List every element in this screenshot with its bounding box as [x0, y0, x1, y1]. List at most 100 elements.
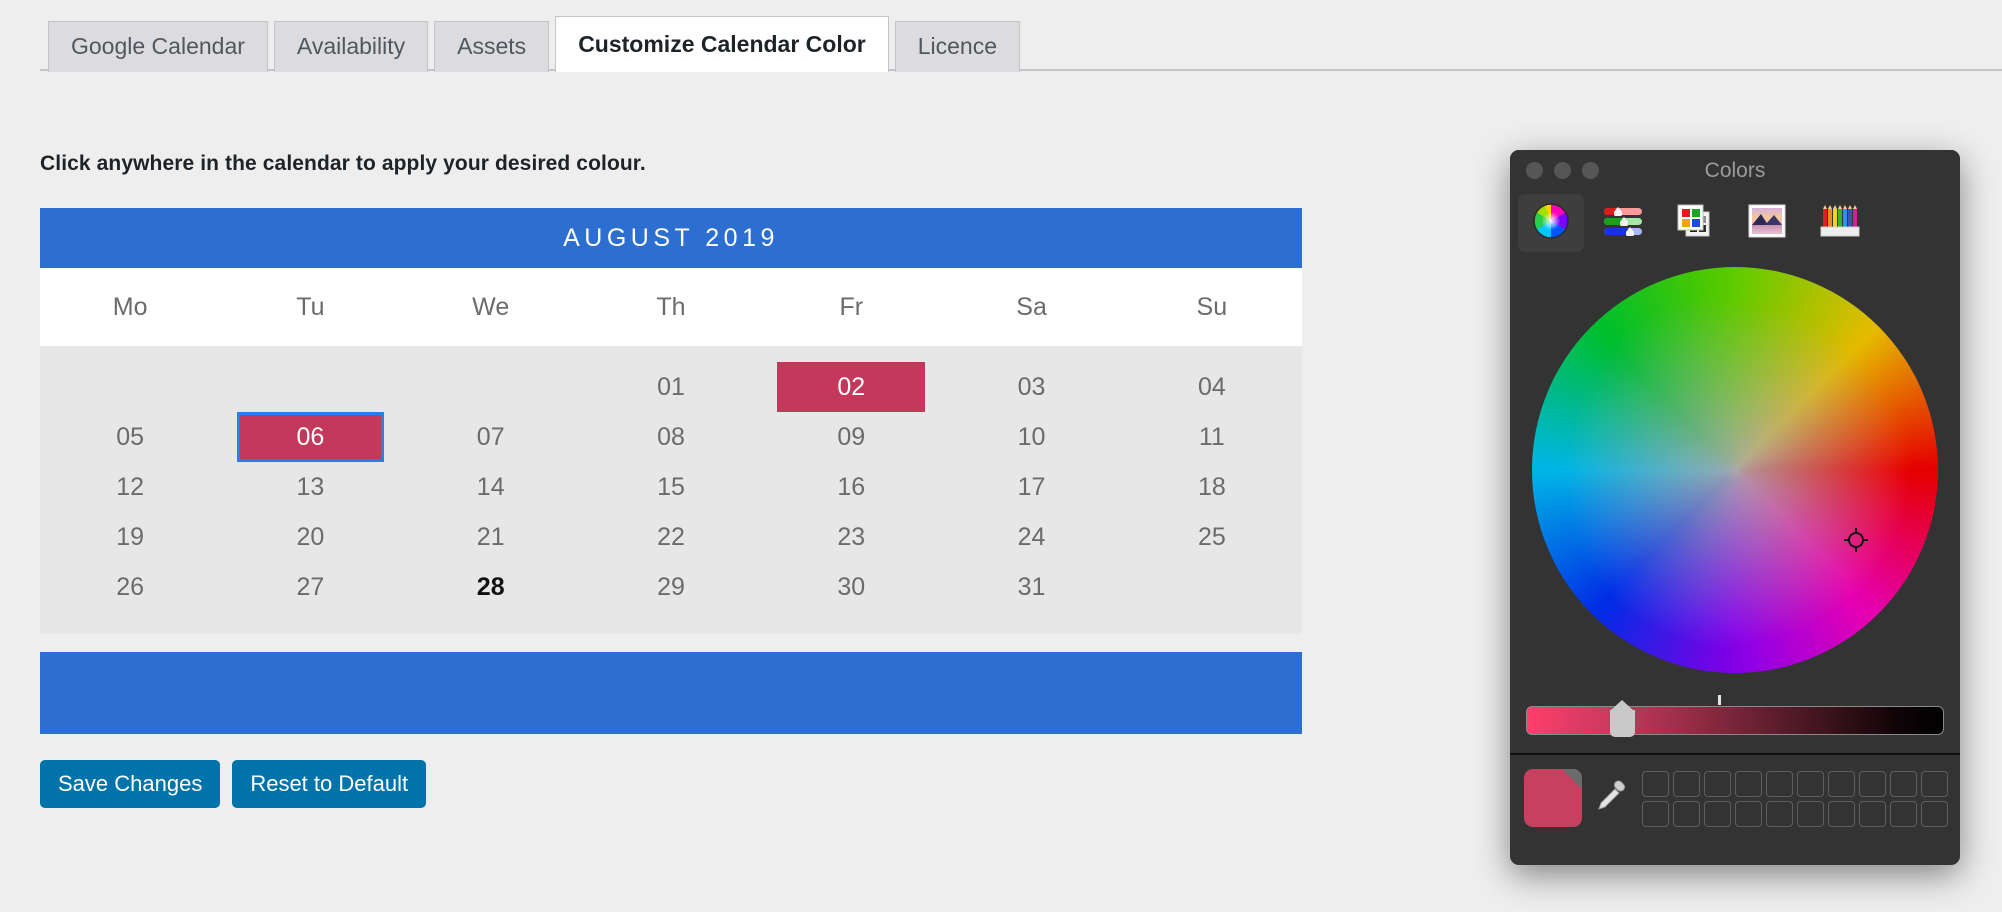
calendar-day-label: 04 — [1197, 372, 1226, 401]
weekday-label: Mo — [112, 292, 148, 321]
calendar-day-27[interactable]: 27 — [220, 562, 400, 612]
weekday-label: Sa — [1016, 292, 1047, 321]
swatch-well[interactable] — [1890, 771, 1917, 797]
color-sliders-tool[interactable] — [1590, 194, 1656, 252]
brightness-slider-area[interactable] — [1510, 687, 1960, 753]
tab-licence[interactable]: Licence — [894, 21, 1021, 72]
action-button-row: Save Changes Reset to Default — [40, 760, 427, 808]
calendar-day-30[interactable]: 30 — [761, 562, 941, 612]
calendar-day-19[interactable]: 19 — [40, 512, 220, 562]
swatch-well[interactable] — [1890, 801, 1917, 827]
calendar-day-label: 10 — [1017, 422, 1046, 451]
calendar-day-31[interactable]: 31 — [941, 562, 1121, 612]
calendar-day-29[interactable]: 29 — [581, 562, 761, 612]
calendar-day-label: 03 — [1017, 372, 1046, 401]
color-palettes-icon — [1673, 200, 1717, 247]
colors-panel-titlebar[interactable]: Colors — [1510, 150, 1960, 191]
swatch-well[interactable] — [1766, 771, 1793, 797]
image-palettes-tool[interactable] — [1734, 194, 1800, 252]
tab-list: Google Calendar Availability Assets Customi… — [48, 15, 1021, 72]
swatch-well[interactable] — [1797, 771, 1824, 797]
swatch-well[interactable] — [1735, 801, 1762, 827]
calendar-day-16[interactable]: 16 — [761, 462, 941, 512]
calendar-day-label: 18 — [1197, 472, 1226, 501]
colors-panel-window[interactable]: Colors — [1510, 150, 1960, 865]
calendar-day-25[interactable]: 25 — [1122, 512, 1302, 562]
calendar-day-08[interactable]: 08 — [581, 412, 761, 462]
calendar-day-17[interactable]: 17 — [941, 462, 1121, 512]
calendar-day-11[interactable]: 11 — [1122, 412, 1302, 462]
swatch-area — [1510, 755, 1960, 827]
calendar-day-06[interactable]: 06 — [220, 412, 400, 462]
swatch-well[interactable] — [1673, 801, 1700, 827]
swatch-well[interactable] — [1921, 801, 1948, 827]
calendar-day-09[interactable]: 09 — [761, 412, 941, 462]
current-color-swatch[interactable] — [1524, 769, 1582, 827]
swatch-well[interactable] — [1704, 771, 1731, 797]
color-palettes-tool[interactable] — [1662, 194, 1728, 252]
save-changes-button[interactable]: Save Changes — [40, 760, 221, 808]
color-wheel-tool[interactable] — [1518, 194, 1584, 252]
calendar-day-label: 27 — [296, 572, 325, 601]
brightness-slider-track[interactable] — [1526, 694, 1944, 737]
swatch-well[interactable] — [1828, 771, 1855, 797]
calendar-day-21[interactable]: 21 — [401, 512, 581, 562]
calendar-day-22[interactable]: 22 — [581, 512, 761, 562]
color-wheel[interactable] — [1532, 267, 1938, 673]
calendar-day-02[interactable]: 02 — [761, 362, 941, 412]
eyedropper-icon — [1595, 779, 1629, 818]
weekday-label: Su — [1196, 292, 1228, 321]
swatch-well[interactable] — [1797, 801, 1824, 827]
calendar-day-label: 07 — [476, 422, 505, 451]
color-wheel-icon — [1531, 201, 1571, 246]
calendar-widget[interactable]: AUGUST 2019 Mo Tu We Th Fr Sa Su 01 02 03 04 05 06 0… — [40, 208, 1302, 734]
calendar-day-label: 13 — [296, 472, 325, 501]
calendar-day-07[interactable]: 07 — [401, 412, 581, 462]
swatch-well[interactable] — [1828, 801, 1855, 827]
weekday-label: We — [472, 292, 510, 321]
swatch-well[interactable] — [1859, 771, 1886, 797]
calendar-day-20[interactable]: 20 — [220, 512, 400, 562]
tab-availability[interactable]: Availability — [273, 21, 429, 72]
swatch-well[interactable] — [1735, 771, 1762, 797]
calendar-day-13[interactable]: 13 — [220, 462, 400, 512]
calendar-day-26[interactable]: 26 — [40, 562, 220, 612]
calendar-day-24[interactable]: 24 — [941, 512, 1121, 562]
swatch-well[interactable] — [1642, 771, 1669, 797]
calendar-day-04[interactable]: 04 — [1122, 362, 1302, 412]
calendar-day-14[interactable]: 14 — [401, 462, 581, 512]
calendar-day-05[interactable]: 05 — [40, 412, 220, 462]
image-palettes-icon — [1745, 201, 1789, 246]
calendar-day-03[interactable]: 03 — [941, 362, 1121, 412]
calendar-day-label: 08 — [657, 422, 685, 451]
reset-to-default-button[interactable]: Reset to Default — [232, 760, 427, 808]
calendar-day-10[interactable]: 10 — [941, 412, 1121, 462]
eyedropper-button[interactable] — [1592, 769, 1632, 827]
calendar-day-28[interactable]: 28 — [401, 562, 581, 612]
calendar-day-label: 25 — [1197, 522, 1226, 551]
calendar-day-23[interactable]: 23 — [761, 512, 941, 562]
calendar-day-grid[interactable]: 01 02 03 04 05 06 07 08 09 10 11 12 13 14 15 16 17 18 19 20… — [40, 346, 1302, 634]
calendar-day-12[interactable]: 12 — [40, 462, 220, 512]
calendar-day-01[interactable]: 01 — [581, 362, 761, 412]
swatch-well[interactable] — [1921, 771, 1948, 797]
tab-customize-calendar-color[interactable]: Customize Calendar Color — [555, 16, 889, 72]
calendar-month-header[interactable]: AUGUST 2019 — [40, 208, 1302, 268]
brightness-slider-thumb[interactable] — [1610, 699, 1636, 737]
calendar-footer-bar[interactable] — [40, 652, 1302, 734]
swatch-well[interactable] — [1673, 771, 1700, 797]
pencils-tool[interactable] — [1806, 194, 1872, 252]
calendar-day-15[interactable]: 15 — [581, 462, 761, 512]
swatch-well[interactable] — [1766, 801, 1793, 827]
calendar-day-label: 11 — [1198, 422, 1225, 451]
color-wheel-area[interactable] — [1510, 255, 1960, 687]
swatch-well[interactable] — [1642, 801, 1669, 827]
tab-assets[interactable]: Assets — [434, 21, 550, 72]
calendar-day-label: 14 — [476, 472, 505, 501]
swatch-well[interactable] — [1704, 801, 1731, 827]
swatch-well[interactable] — [1859, 801, 1886, 827]
tab-google-calendar[interactable]: Google Calendar — [48, 21, 268, 72]
saved-swatch-wells[interactable] — [1642, 771, 1948, 827]
calendar-day-18[interactable]: 18 — [1122, 462, 1302, 512]
calendar-day-label: 21 — [476, 522, 505, 551]
